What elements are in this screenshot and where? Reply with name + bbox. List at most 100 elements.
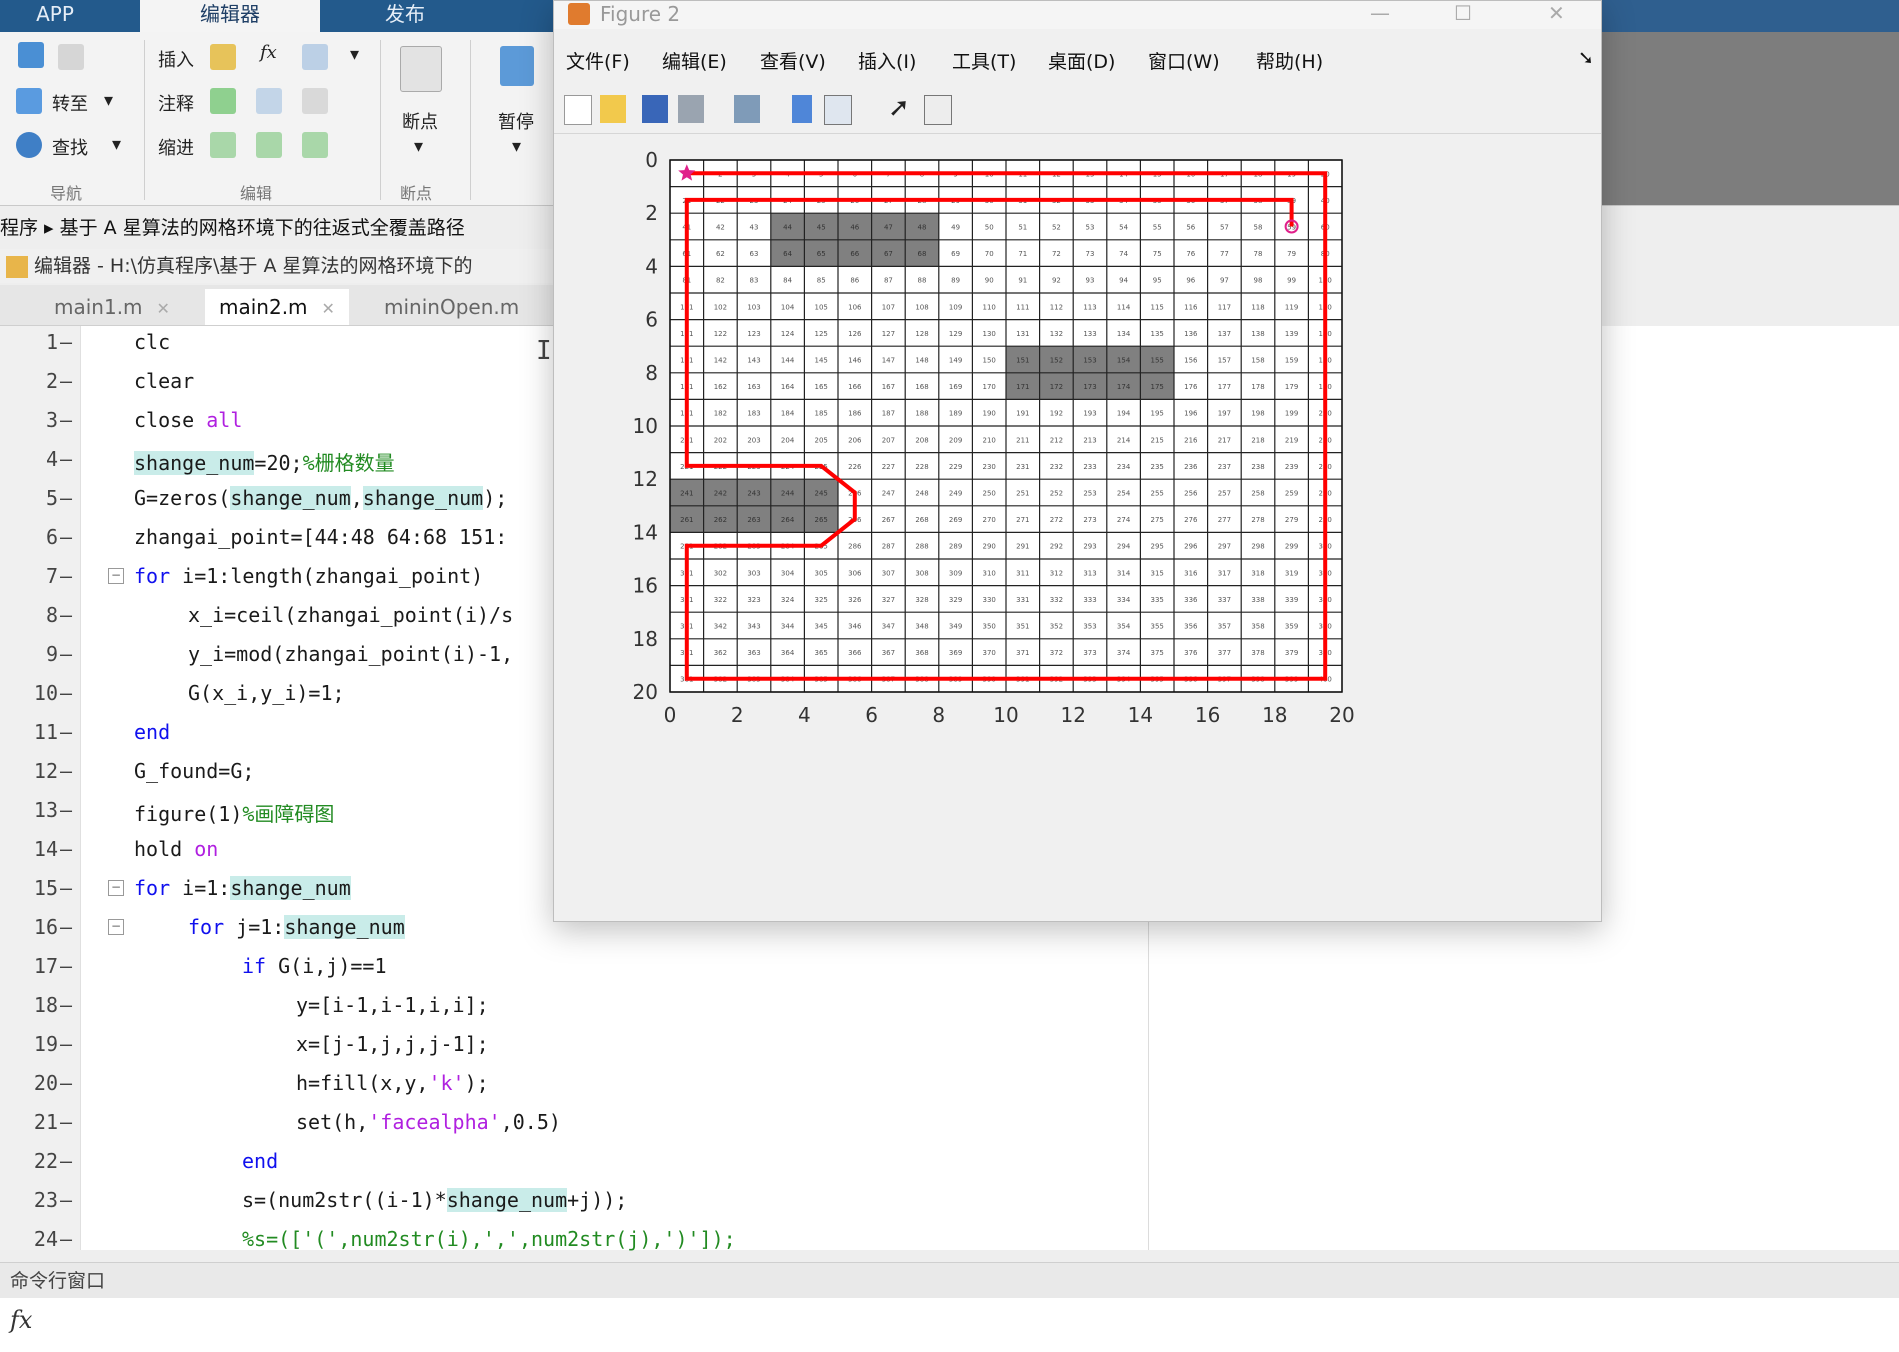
breakpoint-marker[interactable]: — xyxy=(60,993,72,1017)
breakpoint-marker[interactable]: — xyxy=(60,1032,72,1056)
menu-insert[interactable]: 插入(I) xyxy=(858,47,916,74)
breakpoint-marker[interactable]: — xyxy=(60,798,72,822)
menu-window[interactable]: 窗口(W) xyxy=(1148,47,1220,74)
breakpoint-marker[interactable]: — xyxy=(60,720,72,744)
code-line[interactable]: hold on xyxy=(134,837,218,861)
code-line[interactable]: set(h,'facealpha',0.5) xyxy=(296,1110,561,1134)
fx-icon[interactable]: fx xyxy=(260,42,277,63)
forward-arrow-icon[interactable] xyxy=(58,44,84,70)
chevron-down-icon[interactable]: ▾ xyxy=(414,136,423,157)
maximize-icon[interactable]: ☐ xyxy=(1454,1,1472,25)
breakpoint-marker[interactable]: — xyxy=(60,1110,72,1134)
open-icon[interactable] xyxy=(600,95,626,123)
code-line[interactable]: figure(1)%画障碍图 xyxy=(134,798,334,827)
code-line[interactable]: for i=1:length(zhangai_point) xyxy=(134,564,483,588)
figure-window[interactable]: Figure 2 — ☐ ✕ 文件(F) 编辑(E) 查看(V) 插入(I) 工… xyxy=(553,0,1602,922)
file-tab-main2[interactable]: main2.m ✕ xyxy=(205,289,349,325)
insert-table-icon[interactable] xyxy=(302,44,328,70)
find-button[interactable]: 查找 xyxy=(52,134,88,160)
print-icon[interactable] xyxy=(678,95,704,123)
code-line[interactable]: x_i=ceil(zhangai_point(i)/s xyxy=(188,603,513,627)
tab-app[interactable]: APP xyxy=(0,0,110,32)
menu-view[interactable]: 查看(V) xyxy=(760,47,826,74)
close-icon[interactable]: ✕ xyxy=(1548,1,1565,25)
code-line[interactable]: shange_num=20;%栅格数量 xyxy=(134,447,395,476)
chevron-down-icon[interactable]: ▾ xyxy=(104,90,113,111)
breakpoint-marker[interactable]: — xyxy=(60,1227,72,1251)
fold-toggle-icon[interactable]: − xyxy=(108,568,124,584)
fold-toggle-icon[interactable]: − xyxy=(108,919,124,935)
breakpoint-marker[interactable]: — xyxy=(60,525,72,549)
breakpoint-marker[interactable]: — xyxy=(60,564,72,588)
close-icon[interactable]: ✕ xyxy=(322,299,335,318)
breakpoint-marker[interactable]: — xyxy=(60,1149,72,1173)
breakpoint-marker[interactable]: — xyxy=(60,408,72,432)
menu-tools[interactable]: 工具(T) xyxy=(952,47,1016,74)
menu-file[interactable]: 文件(F) xyxy=(566,47,630,74)
menu-help[interactable]: 帮助(H) xyxy=(1256,47,1323,74)
breakpoint-marker[interactable]: — xyxy=(60,876,72,900)
legend-icon[interactable] xyxy=(824,95,852,125)
comment-icon[interactable] xyxy=(210,88,236,114)
tab-publish[interactable]: 发布 xyxy=(330,0,480,32)
code-line[interactable]: close all xyxy=(134,408,242,432)
breakpoint-icon[interactable] xyxy=(400,46,442,92)
decrease-indent-icon[interactable] xyxy=(302,132,328,158)
breakpoint-marker[interactable]: — xyxy=(60,603,72,627)
back-arrow-icon[interactable] xyxy=(18,42,44,68)
breakpoint-marker[interactable]: — xyxy=(60,486,72,510)
breakpoint-marker[interactable]: — xyxy=(60,915,72,939)
breakpoint-marker[interactable]: — xyxy=(60,954,72,978)
code-line[interactable]: for i=1:shange_num xyxy=(134,876,351,900)
pause-icon[interactable] xyxy=(500,46,534,86)
breakpoint-button[interactable]: 断点 xyxy=(402,108,438,134)
plot-axes[interactable]: 1234567891011121314151617181920212223242… xyxy=(554,134,1601,921)
command-window[interactable]: fx xyxy=(0,1298,1899,1352)
code-line[interactable]: x=[j-1,j,j,j-1]; xyxy=(296,1032,489,1056)
tab-editor[interactable]: 编辑器 xyxy=(140,0,320,32)
save-icon[interactable] xyxy=(642,95,668,123)
code-line[interactable]: end xyxy=(242,1149,278,1173)
figure-canvas[interactable]: 1234567891011121314151617181920212223242… xyxy=(554,134,1601,921)
wrap-icon[interactable] xyxy=(302,88,328,114)
chevron-down-icon[interactable]: ▾ xyxy=(112,134,121,155)
comment-button[interactable]: 注释 xyxy=(158,90,194,116)
smart-indent-icon[interactable] xyxy=(210,132,236,158)
insert-section-icon[interactable] xyxy=(210,44,236,70)
breakpoint-marker[interactable]: — xyxy=(60,681,72,705)
breakpoint-marker[interactable]: — xyxy=(60,369,72,393)
indent-button[interactable]: 缩进 xyxy=(158,134,194,160)
code-line[interactable]: end xyxy=(134,720,170,744)
code-line[interactable]: zhangai_point=[44:48 64:68 151: xyxy=(134,525,507,549)
code-line[interactable]: y_i=mod(zhangai_point(i)-1, xyxy=(188,642,513,666)
code-line[interactable]: clear xyxy=(134,369,194,393)
code-line[interactable]: G(x_i,y_i)=1; xyxy=(188,681,345,705)
increase-indent-icon[interactable] xyxy=(256,132,282,158)
menu-desktop[interactable]: 桌面(D) xyxy=(1048,47,1115,74)
code-line[interactable]: for j=1:shange_num xyxy=(188,915,405,939)
code-line[interactable]: G=zeros(shange_num,shange_num); xyxy=(134,486,507,510)
close-icon[interactable]: ✕ xyxy=(157,299,170,318)
breakpoint-marker[interactable]: — xyxy=(60,642,72,666)
breakpoint-marker[interactable]: — xyxy=(60,1188,72,1212)
pointer-icon[interactable]: ➚ xyxy=(888,93,910,123)
breadcrumb[interactable]: 程序 ▸ 基于 A 星算法的网格环境下的往返式全覆盖路径 xyxy=(0,212,560,244)
property-icon[interactable] xyxy=(924,95,952,125)
uncomment-icon[interactable] xyxy=(256,88,282,114)
code-line[interactable]: if G(i,j)==1 xyxy=(242,954,387,978)
dock-arrow-icon[interactable]: ➘ xyxy=(1578,47,1594,69)
code-line[interactable]: clc xyxy=(134,330,170,354)
fold-toggle-icon[interactable]: − xyxy=(108,880,124,896)
pause-button[interactable]: 暂停 xyxy=(498,108,534,134)
goto-button[interactable]: 转至 xyxy=(52,90,88,116)
code-line[interactable]: h=fill(x,y,'k'); xyxy=(296,1071,489,1095)
file-tab-main1[interactable]: main1.m ✕ xyxy=(40,289,184,325)
breakpoint-marker[interactable]: — xyxy=(60,1071,72,1095)
figure-title-bar[interactable]: Figure 2 — ☐ ✕ xyxy=(554,1,1601,29)
breakpoint-marker[interactable]: — xyxy=(60,447,72,471)
chevron-down-icon[interactable]: ▾ xyxy=(512,136,521,157)
minimize-icon[interactable]: — xyxy=(1370,1,1390,25)
insert-button[interactable]: 插入 xyxy=(158,46,194,72)
file-tab-mininopen[interactable]: mininOpen.m xyxy=(370,289,533,325)
zoom-figure-icon[interactable] xyxy=(734,95,760,123)
